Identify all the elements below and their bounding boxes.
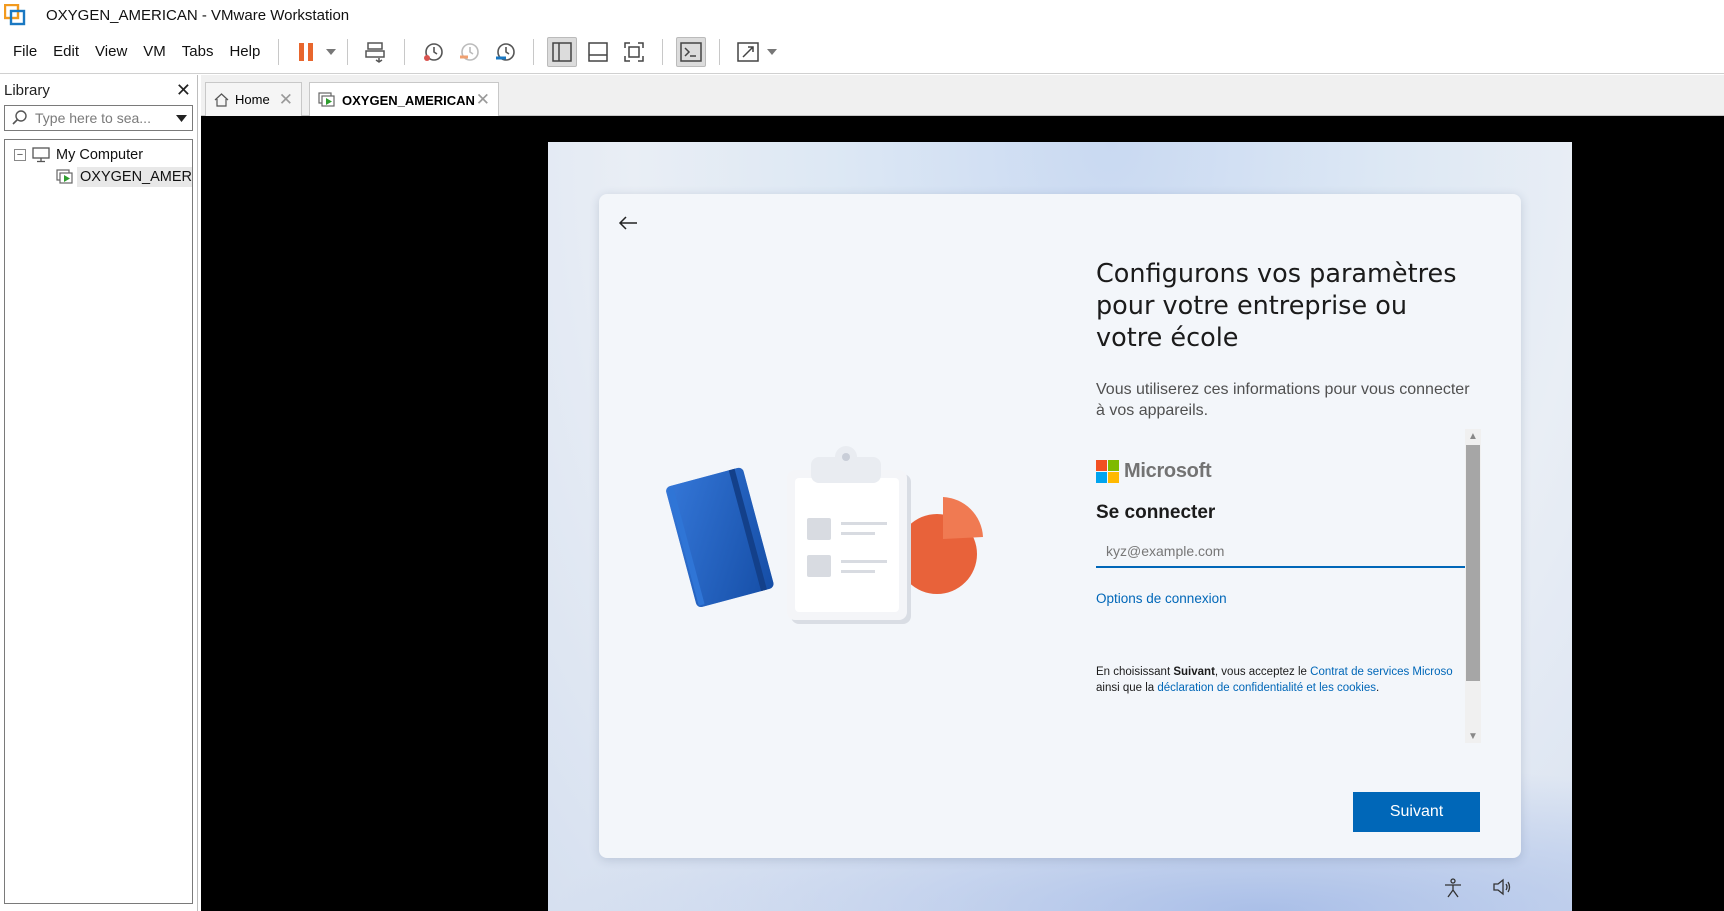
brand-name: Microsoft [1124, 460, 1212, 482]
vmware-logo-icon [3, 3, 26, 26]
snapshot-manager-icon [496, 42, 516, 61]
library-search-input[interactable]: Type here to sea... [4, 105, 193, 131]
search-icon [5, 110, 35, 126]
tab-home[interactable]: Home ✕ [205, 82, 302, 116]
toolbar-divider [719, 38, 721, 65]
menu-vm[interactable]: VM [135, 39, 174, 65]
microsoft-logo-icon [1096, 460, 1119, 483]
home-icon [214, 92, 229, 107]
legal-text: En choisissant [1096, 666, 1174, 678]
microsoft-logo: Microsoft [1096, 460, 1212, 483]
menu-view[interactable]: View [87, 39, 135, 65]
toolbar-divider [347, 38, 349, 65]
page-title: Configurons vos paramètres pour votre en… [1096, 259, 1457, 353]
legal-text: ainsi que la [1096, 682, 1158, 694]
signin-title: Se connecter [1096, 502, 1216, 523]
menu-toolbar: File Edit View VM Tabs Help [0, 30, 1724, 74]
legal-text: . [1376, 682, 1380, 694]
legal-bold-text: Suivant [1173, 666, 1215, 678]
work-school-illustration [665, 429, 985, 629]
snapshot-clock-icon [424, 42, 444, 61]
thumbnail-layout-icon [588, 41, 609, 62]
toolbar-divider [662, 38, 664, 65]
page-description: Vous utiliserez ces informations pour vo… [1096, 381, 1470, 419]
tree-item-my-computer[interactable]: − My Computer [5, 144, 192, 166]
tree-item-label: OXYGEN_AMERIC [77, 167, 192, 187]
snapshot-manager-button[interactable] [490, 37, 520, 67]
windows-oobe-screen: Configurons vos paramètres pour votre en… [548, 142, 1572, 911]
close-icon[interactable]: ✕ [176, 80, 191, 101]
legal-notice: En choisissant Suivant, vous acceptez le… [1096, 664, 1465, 696]
tree-item-label: My Computer [56, 147, 144, 163]
search-placeholder: Type here to sea... [35, 110, 151, 126]
back-arrow-icon [618, 216, 637, 230]
menu-tabs[interactable]: Tabs [174, 39, 222, 65]
stretch-guest-button[interactable] [733, 37, 763, 67]
title-bar: OXYGEN_AMERICAN - VMware Workstation [0, 0, 1724, 30]
show-thumbnail-bar-button[interactable] [583, 37, 613, 67]
services-agreement-link[interactable]: Contrat de services Microso [1310, 666, 1453, 678]
chevron-down-icon [767, 48, 778, 55]
signin-options-link[interactable]: Options de connexion [1096, 591, 1227, 606]
terminal-icon [680, 41, 703, 62]
pause-icon [299, 42, 314, 61]
library-title: Library [4, 81, 50, 99]
email-field[interactable] [1096, 536, 1465, 568]
menu-edit[interactable]: Edit [45, 39, 87, 65]
volume-icon[interactable] [1492, 878, 1512, 901]
frame-scrollbar[interactable]: ▲ ▼ [1465, 429, 1481, 743]
full-screen-icon [624, 41, 645, 62]
back-button[interactable] [613, 208, 643, 238]
vm-running-icon [56, 169, 74, 185]
legal-text: , vous acceptez le [1214, 666, 1311, 678]
tab-label: Home [235, 92, 270, 107]
signin-text-block: Configurons vos paramètres pour votre en… [1096, 258, 1481, 421]
stretch-icon [737, 41, 760, 62]
tab-strip: Home ✕ OXYGEN_AMERICAN ✕ [201, 75, 1724, 117]
chevron-up-icon[interactable]: ▲ [1465, 429, 1481, 443]
library-layout-icon [552, 41, 573, 62]
collapse-toggle[interactable]: − [14, 149, 26, 161]
window-title: OXYGEN_AMERICAN - VMware Workstation [46, 6, 350, 24]
keyboard-send-icon [365, 41, 386, 63]
show-library-button[interactable] [547, 36, 578, 67]
toolbar-divider [278, 38, 280, 65]
menu-file[interactable]: File [5, 39, 45, 65]
scrollbar-thumb[interactable] [1466, 445, 1480, 681]
computer-icon [32, 147, 50, 163]
privacy-statement-link[interactable]: déclaration de confidentialité et les co… [1157, 682, 1376, 694]
vm-running-icon [318, 92, 335, 107]
setup-card: Configurons vos paramètres pour votre en… [599, 194, 1521, 858]
accessibility-icon[interactable] [1444, 878, 1462, 901]
close-icon[interactable]: ✕ [476, 90, 490, 110]
oobe-bottom-icons [1444, 878, 1512, 901]
toolbar-divider [533, 38, 535, 65]
chevron-down-icon [326, 48, 337, 55]
pause-button[interactable] [292, 37, 322, 67]
menu-help[interactable]: Help [221, 39, 268, 65]
revert-snapshot-icon [460, 42, 480, 61]
power-dropdown[interactable] [325, 48, 337, 55]
send-ctrl-alt-del-button[interactable] [361, 37, 391, 67]
chevron-down-icon[interactable]: ▼ [1465, 729, 1481, 743]
tab-oxygen-american[interactable]: OXYGEN_AMERICAN ✕ [309, 82, 499, 117]
chevron-down-icon[interactable] [170, 114, 192, 122]
tree-item-vm[interactable]: OXYGEN_AMERIC [5, 166, 192, 188]
stretch-dropdown[interactable] [766, 48, 778, 55]
library-tree: − My Computer OXYGEN_AMERIC [4, 139, 193, 904]
tab-label: OXYGEN_AMERICAN [342, 92, 475, 108]
signin-frame: Microsoft Se connecter Options de connex… [1096, 429, 1481, 743]
toolbar-divider [404, 38, 406, 65]
full-screen-button[interactable] [619, 37, 649, 67]
revert-snapshot-button[interactable] [454, 37, 484, 67]
snapshot-button[interactable] [418, 37, 448, 67]
close-icon[interactable]: ✕ [279, 90, 293, 110]
library-header: Library ✕ [0, 75, 197, 105]
library-panel: Library ✕ Type here to sea... − My Compu… [0, 75, 198, 911]
next-button[interactable]: Suivant [1353, 792, 1480, 832]
console-view-button[interactable] [676, 36, 707, 67]
